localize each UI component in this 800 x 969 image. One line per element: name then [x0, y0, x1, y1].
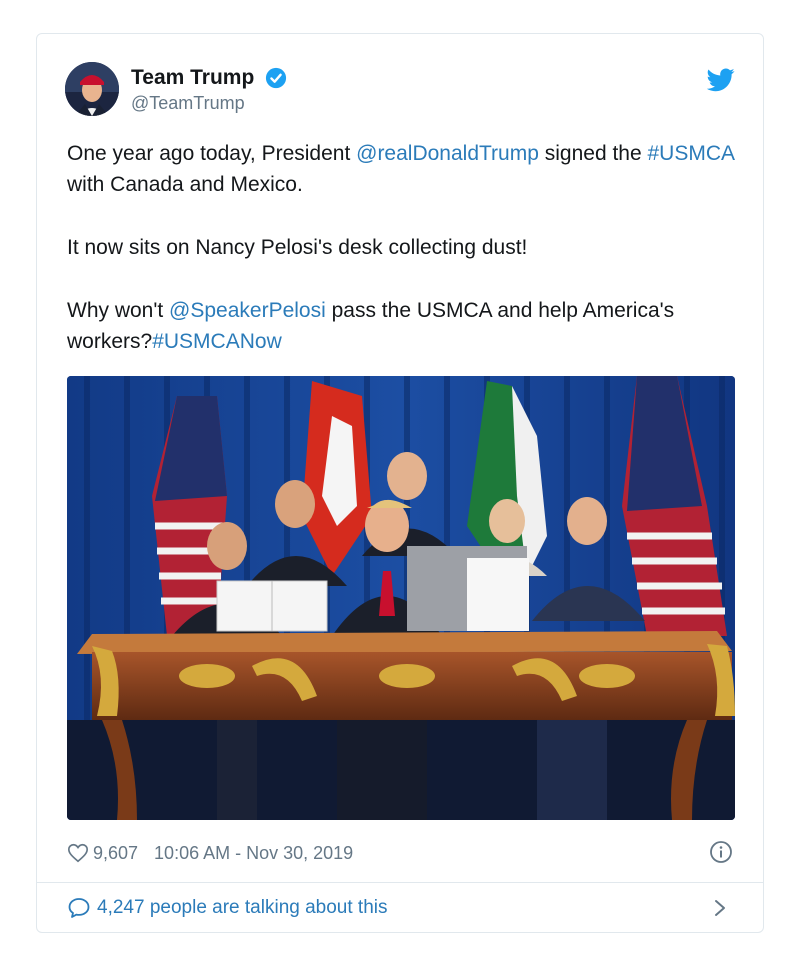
hashtag-link[interactable]: #USMCANow — [152, 330, 282, 353]
divider — [37, 882, 763, 883]
chevron-right-icon[interactable] — [711, 898, 729, 918]
avatar[interactable] — [65, 62, 119, 116]
tweet-paragraph-1: One year ago today, President @realDonal… — [67, 138, 737, 200]
verified-badge-icon — [265, 67, 286, 89]
text-segment: One year ago today, President — [67, 142, 357, 165]
text-segment: with Canada and Mexico. — [67, 173, 303, 196]
tweet-photo[interactable] — [67, 376, 735, 820]
display-name[interactable]: Team Trump — [131, 66, 254, 90]
conversation-count-text[interactable]: 4,247 people are talking about this — [97, 897, 388, 919]
text-segment: Why won't — [67, 299, 170, 322]
mention-link[interactable]: @realDonaldTrump — [356, 142, 539, 165]
info-icon[interactable] — [709, 840, 733, 864]
tweet-card: Team Trump @TeamTrump One year ago today… — [36, 33, 764, 933]
heart-icon[interactable] — [67, 842, 89, 864]
timestamp[interactable]: 10:06 AM - Nov 30, 2019 — [154, 843, 353, 864]
tweet-paragraph-3: Why won't @SpeakerPelosi pass the USMCA … — [67, 295, 737, 357]
tweet-paragraph-2: It now sits on Nancy Pelosi's desk colle… — [67, 236, 528, 259]
like-count[interactable]: 9,607 — [93, 843, 138, 864]
text-segment: signed the — [538, 142, 648, 165]
handle[interactable]: @TeamTrump — [131, 93, 287, 114]
hashtag-link[interactable]: #USMCA — [648, 142, 734, 165]
author-names: Team Trump @TeamTrump — [131, 66, 287, 114]
speech-bubble-icon — [68, 898, 90, 918]
tweet-text: One year ago today, President @realDonal… — [67, 138, 737, 389]
tweet-header: Team Trump @TeamTrump — [65, 62, 739, 122]
conversation-link[interactable]: 4,247 people are talking about this — [67, 892, 733, 924]
mention-link[interactable]: @SpeakerPelosi — [169, 299, 326, 322]
tweet-meta: 9,607 10:06 AM - Nov 30, 2019 — [67, 838, 733, 868]
twitter-bird-icon[interactable] — [707, 68, 735, 92]
